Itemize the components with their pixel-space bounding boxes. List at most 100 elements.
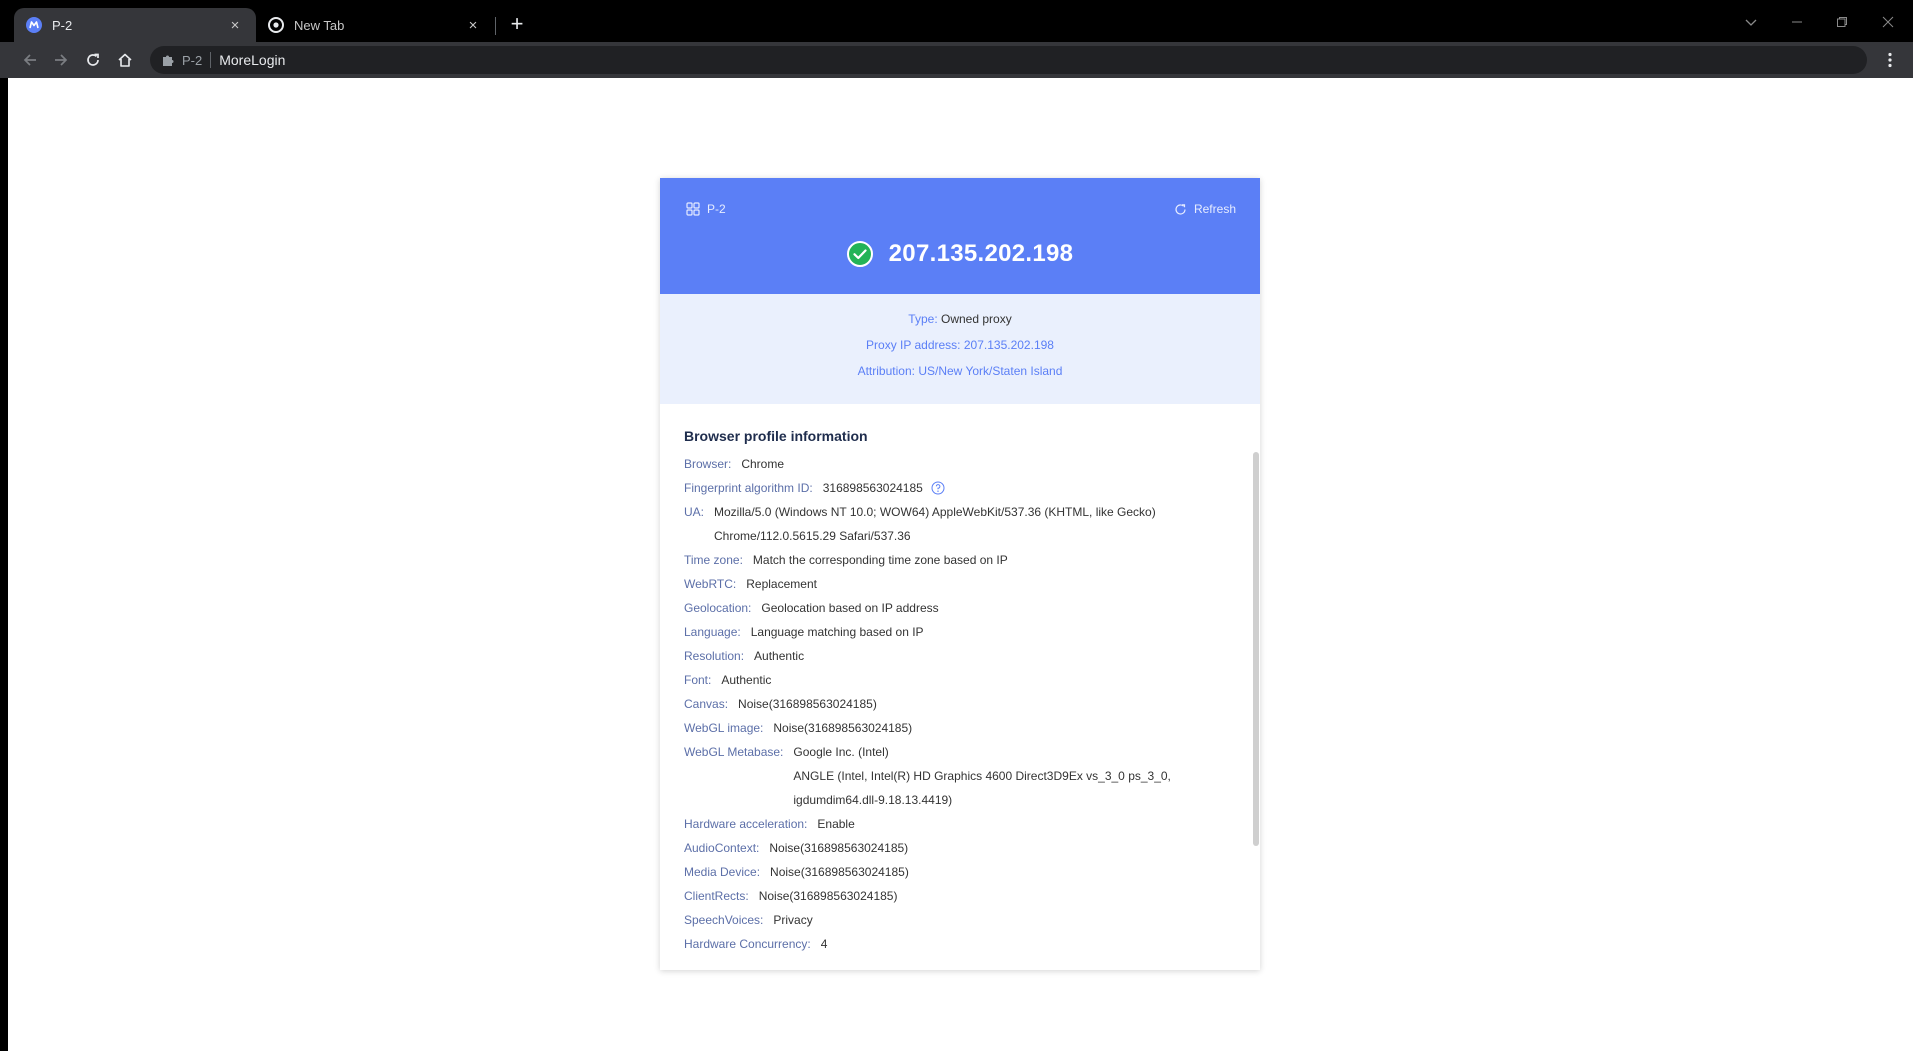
row-key: Canvas: xyxy=(684,697,729,711)
row-media-device: Media Device: Noise(316898563024185) xyxy=(684,860,1224,884)
proxy-info-card: P-2 Refresh 207.135.202.198 Type: Owned … xyxy=(660,178,1260,970)
proxy-ip-value: 207.135.202.198 xyxy=(963,338,1054,352)
ua-line-1: Mozilla/5.0 (Windows NT 10.0; WOW64) App… xyxy=(714,505,1156,519)
row-key: Language: xyxy=(684,625,741,639)
row-key: Hardware Concurrency: xyxy=(684,937,811,951)
morelogin-logo-icon xyxy=(26,17,42,33)
tab-search-icon[interactable] xyxy=(1731,10,1771,34)
row-hardware-acceleration: Hardware acceleration: Enable xyxy=(684,812,1224,836)
forward-icon[interactable] xyxy=(49,48,73,72)
proxy-attribution-value: US/New York/Staten Island xyxy=(918,364,1063,378)
page-viewport: P-2 Refresh 207.135.202.198 Type: Owned … xyxy=(8,78,1913,1051)
row-value: Enable xyxy=(817,817,855,831)
row-webgl-metabase: WebGL Metabase: Google Inc. (Intel) ANGLE … xyxy=(684,740,1224,812)
fingerprint-id-value: 316898563024185 xyxy=(822,481,923,495)
proxy-ip-line: Proxy IP address: 207.135.202.198 xyxy=(660,338,1260,352)
row-key: UA: xyxy=(684,505,705,519)
omnibox-divider xyxy=(210,52,212,68)
row-value: Authentic xyxy=(721,673,772,687)
check-circle-icon xyxy=(846,241,873,267)
home-icon[interactable] xyxy=(113,48,137,72)
webgl-vendor: Google Inc. (Intel) xyxy=(793,745,889,759)
tab-close-icon[interactable]: × xyxy=(464,16,482,34)
extension-label: P-2 xyxy=(182,52,203,68)
row-key: SpeechVoices: xyxy=(684,913,764,927)
row-geolocation: Geolocation: Geolocation based on IP addr… xyxy=(684,596,1224,620)
tab-title: New Tab xyxy=(294,17,345,33)
refresh-label: Refresh xyxy=(1193,202,1236,216)
row-webrtc: WebRTC: Replacement xyxy=(684,572,1224,596)
row-key: Font: xyxy=(684,673,712,687)
row-key: WebGL Metabase: xyxy=(684,745,784,759)
row-key: Resolution: xyxy=(684,649,745,663)
row-value: Noise(316898563024185) xyxy=(773,721,913,735)
row-audiocontext: AudioContext: Noise(316898563024185) xyxy=(684,836,1224,860)
row-speechvoices: SpeechVoices: Privacy xyxy=(684,908,1224,932)
row-hardware-concurrency: Hardware Concurrency: 4 xyxy=(684,932,1224,956)
row-key: AudioContext: xyxy=(684,841,760,855)
proxy-type-line: Type: Owned proxy xyxy=(660,312,1260,326)
proxy-summary: Type: Owned proxy Proxy IP address: 207.… xyxy=(660,294,1260,404)
window-close-icon[interactable] xyxy=(1868,10,1908,34)
tab-close-icon[interactable]: × xyxy=(226,16,244,34)
row-fingerprint-id: Fingerprint algorithm ID: 316898563024185 xyxy=(684,476,1224,500)
row-key: Time zone: xyxy=(684,553,743,567)
proxy-type-label: Type: xyxy=(908,312,938,326)
row-value: Noise(316898563024185) xyxy=(770,865,909,879)
row-clientrects: ClientRects: Noise(316898563024185) xyxy=(684,884,1224,908)
row-key: WebGL image: xyxy=(684,721,764,735)
row-value: Match the corresponding time zone based … xyxy=(752,553,1008,567)
ua-line-2: Chrome/112.0.5615.29 Safari/537.36 xyxy=(714,529,911,543)
card-header: P-2 Refresh 207.135.202.198 xyxy=(660,178,1260,294)
ip-row: 207.135.202.198 xyxy=(660,240,1260,268)
section-title: Browser profile information xyxy=(684,428,868,444)
row-value: Privacy xyxy=(773,913,813,927)
reload-icon[interactable] xyxy=(81,48,105,72)
row-key: Browser: xyxy=(684,457,732,471)
row-time-zone: Time zone: Match the corresponding time z… xyxy=(684,548,1224,572)
refresh-button[interactable]: Refresh xyxy=(1174,202,1236,216)
row-webgl-image: WebGL image: Noise(316898563024185) xyxy=(684,716,1224,740)
browser-toolbar: P-2 MoreLogin xyxy=(0,42,1913,78)
card-scrollbar[interactable] xyxy=(1253,452,1259,846)
row-value: Language matching based on IP xyxy=(750,625,924,639)
url-text: MoreLogin xyxy=(219,52,286,68)
row-key: Geolocation: xyxy=(684,601,752,615)
profile-section: Browser profile information xyxy=(684,428,1214,444)
row-value: Noise(316898563024185) xyxy=(738,697,877,711)
row-key: WebRTC: xyxy=(684,577,737,591)
row-value: Noise(316898563024185) xyxy=(758,889,898,903)
row-browser: Browser: Chrome xyxy=(684,452,1224,476)
proxy-attribution-line: Attribution: US/New York/Staten Island xyxy=(660,364,1260,378)
restore-icon[interactable] xyxy=(1822,10,1862,34)
tab-title: P-2 xyxy=(52,17,73,33)
tab-strip: P-2 × New Tab × + xyxy=(0,0,1913,42)
row-value: Authentic xyxy=(754,649,805,663)
row-value: 4 xyxy=(820,937,828,951)
tab-separator xyxy=(495,17,496,35)
back-icon[interactable] xyxy=(18,48,42,72)
row-value: Mozilla/5.0 (Windows NT 10.0; WOW64) App… xyxy=(714,500,1156,548)
address-bar[interactable]: P-2 MoreLogin xyxy=(150,46,1867,74)
row-font: Font: Authentic xyxy=(684,668,1224,692)
row-language: Language: Language matching based on IP xyxy=(684,620,1224,644)
new-tab-button[interactable]: + xyxy=(506,13,528,35)
tab-new-tab[interactable]: New Tab × xyxy=(256,8,494,42)
row-canvas: Canvas: Noise(316898563024185) xyxy=(684,692,1224,716)
webgl-renderer-line-1: ANGLE (Intel, Intel(R) HD Graphics 4600 … xyxy=(793,769,1171,783)
more-menu-icon[interactable] xyxy=(1878,48,1902,72)
row-value: Replacement xyxy=(746,577,817,591)
extension-puzzle-icon xyxy=(160,52,176,68)
row-resolution: Resolution: Authentic xyxy=(684,644,1224,668)
help-icon[interactable] xyxy=(931,481,945,495)
chrome-logo-icon xyxy=(268,17,284,33)
profile-rows: Browser: Chrome Fingerprint algorithm ID:… xyxy=(684,452,1224,957)
row-key: ClientRects: xyxy=(684,889,749,903)
row-value: Chrome xyxy=(741,457,785,471)
row-value: 316898563024185 xyxy=(823,476,945,500)
tab-p2[interactable]: P-2 × xyxy=(14,8,256,42)
minimize-icon[interactable] xyxy=(1777,10,1817,34)
row-value: Noise(316898563024185) xyxy=(769,841,909,855)
row-key: Fingerprint algorithm ID: xyxy=(684,481,813,495)
row-ua: UA: Mozilla/5.0 (Windows NT 10.0; WOW64) … xyxy=(684,500,1224,548)
